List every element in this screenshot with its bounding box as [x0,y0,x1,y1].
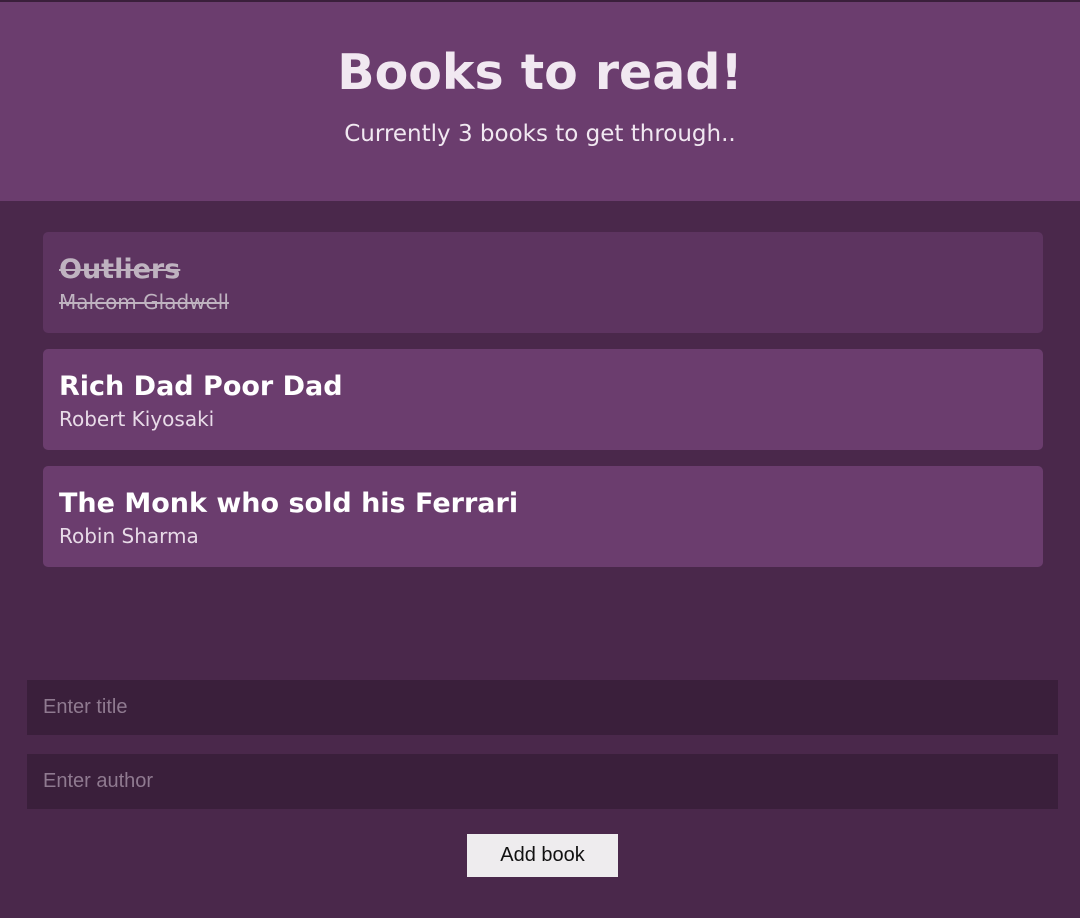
book-author: Robert Kiyosaki [59,407,215,431]
book-author: Robin Sharma [59,524,199,548]
page-title: Books to read! [337,44,743,101]
book-item[interactable]: Rich Dad Poor Dad Robert Kiyosaki [43,349,1043,450]
book-item[interactable]: Outliers Malcom Gladwell [43,232,1043,333]
book-count-subtitle: Currently 3 books to get through.. [344,121,736,147]
submit-wrapper: Add book [27,809,1058,877]
add-book-form: Add book [27,680,1058,877]
book-author: Malcom Gladwell [59,290,229,314]
book-item[interactable]: The Monk who sold his Ferrari Robin Shar… [43,466,1043,567]
page-header: Books to read! Currently 3 books to get … [0,2,1080,201]
add-book-button[interactable]: Add book [467,834,618,877]
title-input[interactable] [27,680,1058,735]
book-list: Outliers Malcom Gladwell Rich Dad Poor D… [0,201,1080,567]
author-input[interactable] [27,754,1058,809]
book-title: The Monk who sold his Ferrari [59,488,519,519]
book-title: Rich Dad Poor Dad [59,371,343,402]
book-title: Outliers [59,254,181,285]
